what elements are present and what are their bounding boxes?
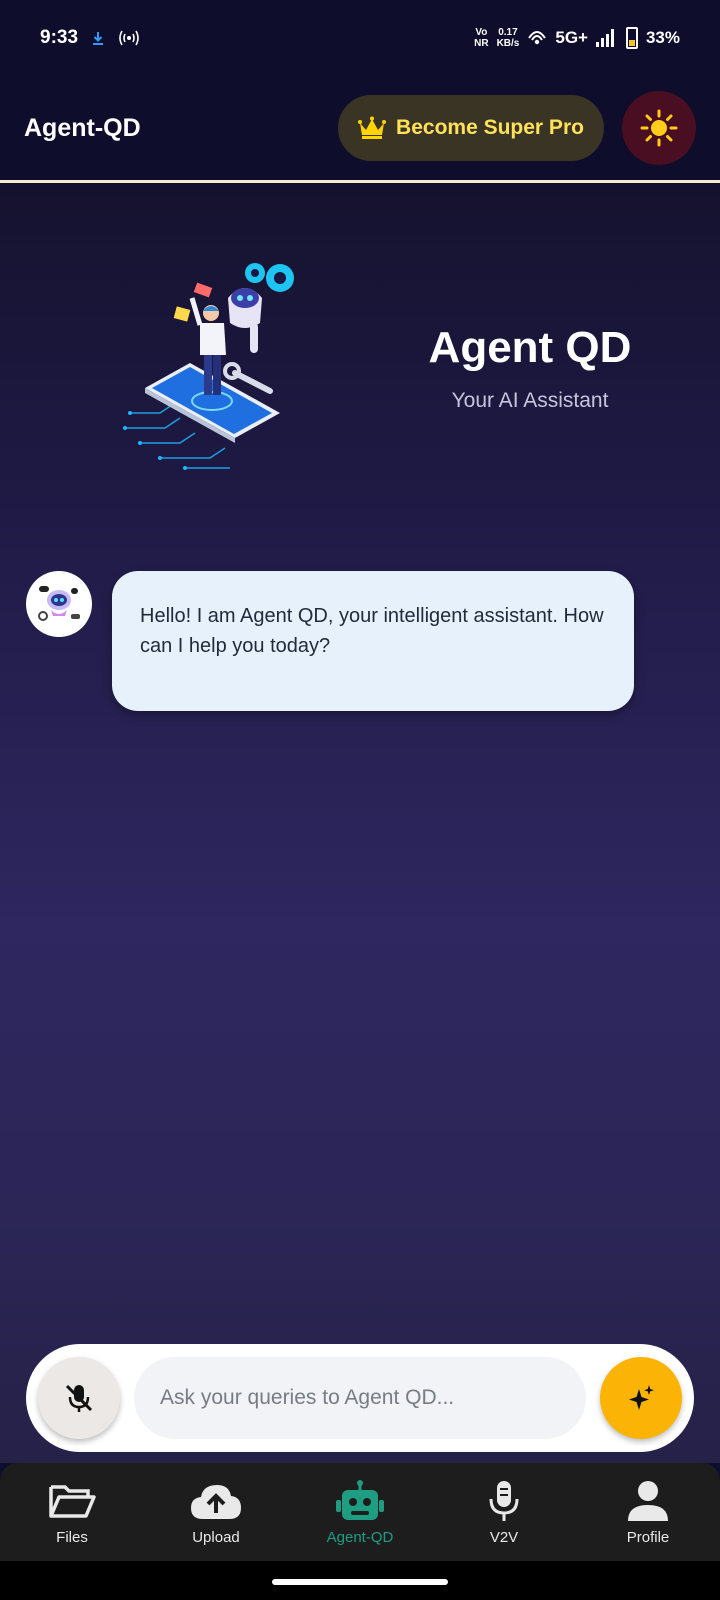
hero-title: Agent QD bbox=[428, 323, 632, 372]
nav-label-v2v: V2V bbox=[489, 1528, 519, 1546]
app-bar: Agent-QD Become Super Pro bbox=[0, 76, 720, 180]
microphone-icon bbox=[489, 1480, 519, 1521]
theme-toggle-button[interactable] bbox=[622, 91, 696, 165]
bot-message-text: Hello! I am Agent QD, your intelligent a… bbox=[140, 605, 604, 657]
sparkle-icon bbox=[629, 1385, 654, 1410]
signal-icon bbox=[595, 29, 614, 47]
status-bar: 9:33 Vo NR 0.17 KB/s 5G+ 33% bbox=[0, 0, 720, 76]
nav-label-agent-qd: Agent-QD bbox=[326, 1528, 394, 1546]
nav-item-files[interactable]: Files bbox=[0, 1463, 144, 1561]
folder-icon bbox=[49, 1484, 96, 1518]
nav-label-profile: Profile bbox=[626, 1528, 670, 1546]
nav-label-files: Files bbox=[56, 1528, 88, 1546]
input-bar bbox=[26, 1344, 694, 1452]
bot-avatar bbox=[26, 571, 92, 637]
query-input[interactable] bbox=[134, 1357, 586, 1439]
hero-subtitle: Your AI Assistant bbox=[451, 389, 609, 412]
nav-item-upload[interactable]: Upload bbox=[144, 1463, 288, 1561]
become-pro-label: Become Super Pro bbox=[396, 116, 584, 139]
app-title: Agent-QD bbox=[24, 113, 141, 142]
wifi-calling-icon bbox=[528, 31, 547, 45]
hotspot-icon bbox=[119, 30, 139, 46]
gesture-area bbox=[0, 1561, 720, 1600]
cloud-upload-icon bbox=[191, 1484, 241, 1519]
microphone-off-icon bbox=[65, 1384, 93, 1412]
bot-avatar-icon bbox=[38, 586, 80, 621]
bottom-navigation: Files Upload Agent-QD V2V Profile bbox=[0, 1463, 720, 1561]
bot-message-bubble: Hello! I am Agent QD, your intelligent a… bbox=[112, 571, 634, 711]
nav-item-v2v[interactable]: V2V bbox=[432, 1463, 576, 1561]
send-button[interactable] bbox=[600, 1357, 682, 1439]
person-icon bbox=[628, 1480, 668, 1521]
mic-button[interactable] bbox=[38, 1357, 120, 1439]
chat-area[interactable]: Agent QD Your AI Assistant Hello! I am A… bbox=[0, 183, 720, 1463]
home-indicator[interactable] bbox=[272, 1579, 448, 1585]
battery-percent: 33% bbox=[645, 28, 680, 47]
become-pro-button[interactable]: Become Super Pro bbox=[338, 95, 604, 161]
nav-label-upload: Upload bbox=[192, 1528, 240, 1546]
sun-icon bbox=[640, 109, 678, 147]
crown-icon bbox=[358, 116, 387, 139]
nav-item-profile[interactable]: Profile bbox=[576, 1463, 720, 1561]
robot-illustration bbox=[123, 263, 294, 470]
battery-icon bbox=[625, 27, 638, 49]
nav-item-agent-qd[interactable]: Agent-QD bbox=[288, 1463, 432, 1561]
network-speed: 0.17 KB/s bbox=[496, 27, 520, 49]
volte-indicator: Vo NR bbox=[474, 27, 489, 49]
robot-icon bbox=[336, 1479, 384, 1520]
download-icon bbox=[93, 32, 104, 45]
network-type: 5G+ bbox=[555, 28, 588, 47]
status-time: 9:33 bbox=[40, 27, 79, 48]
